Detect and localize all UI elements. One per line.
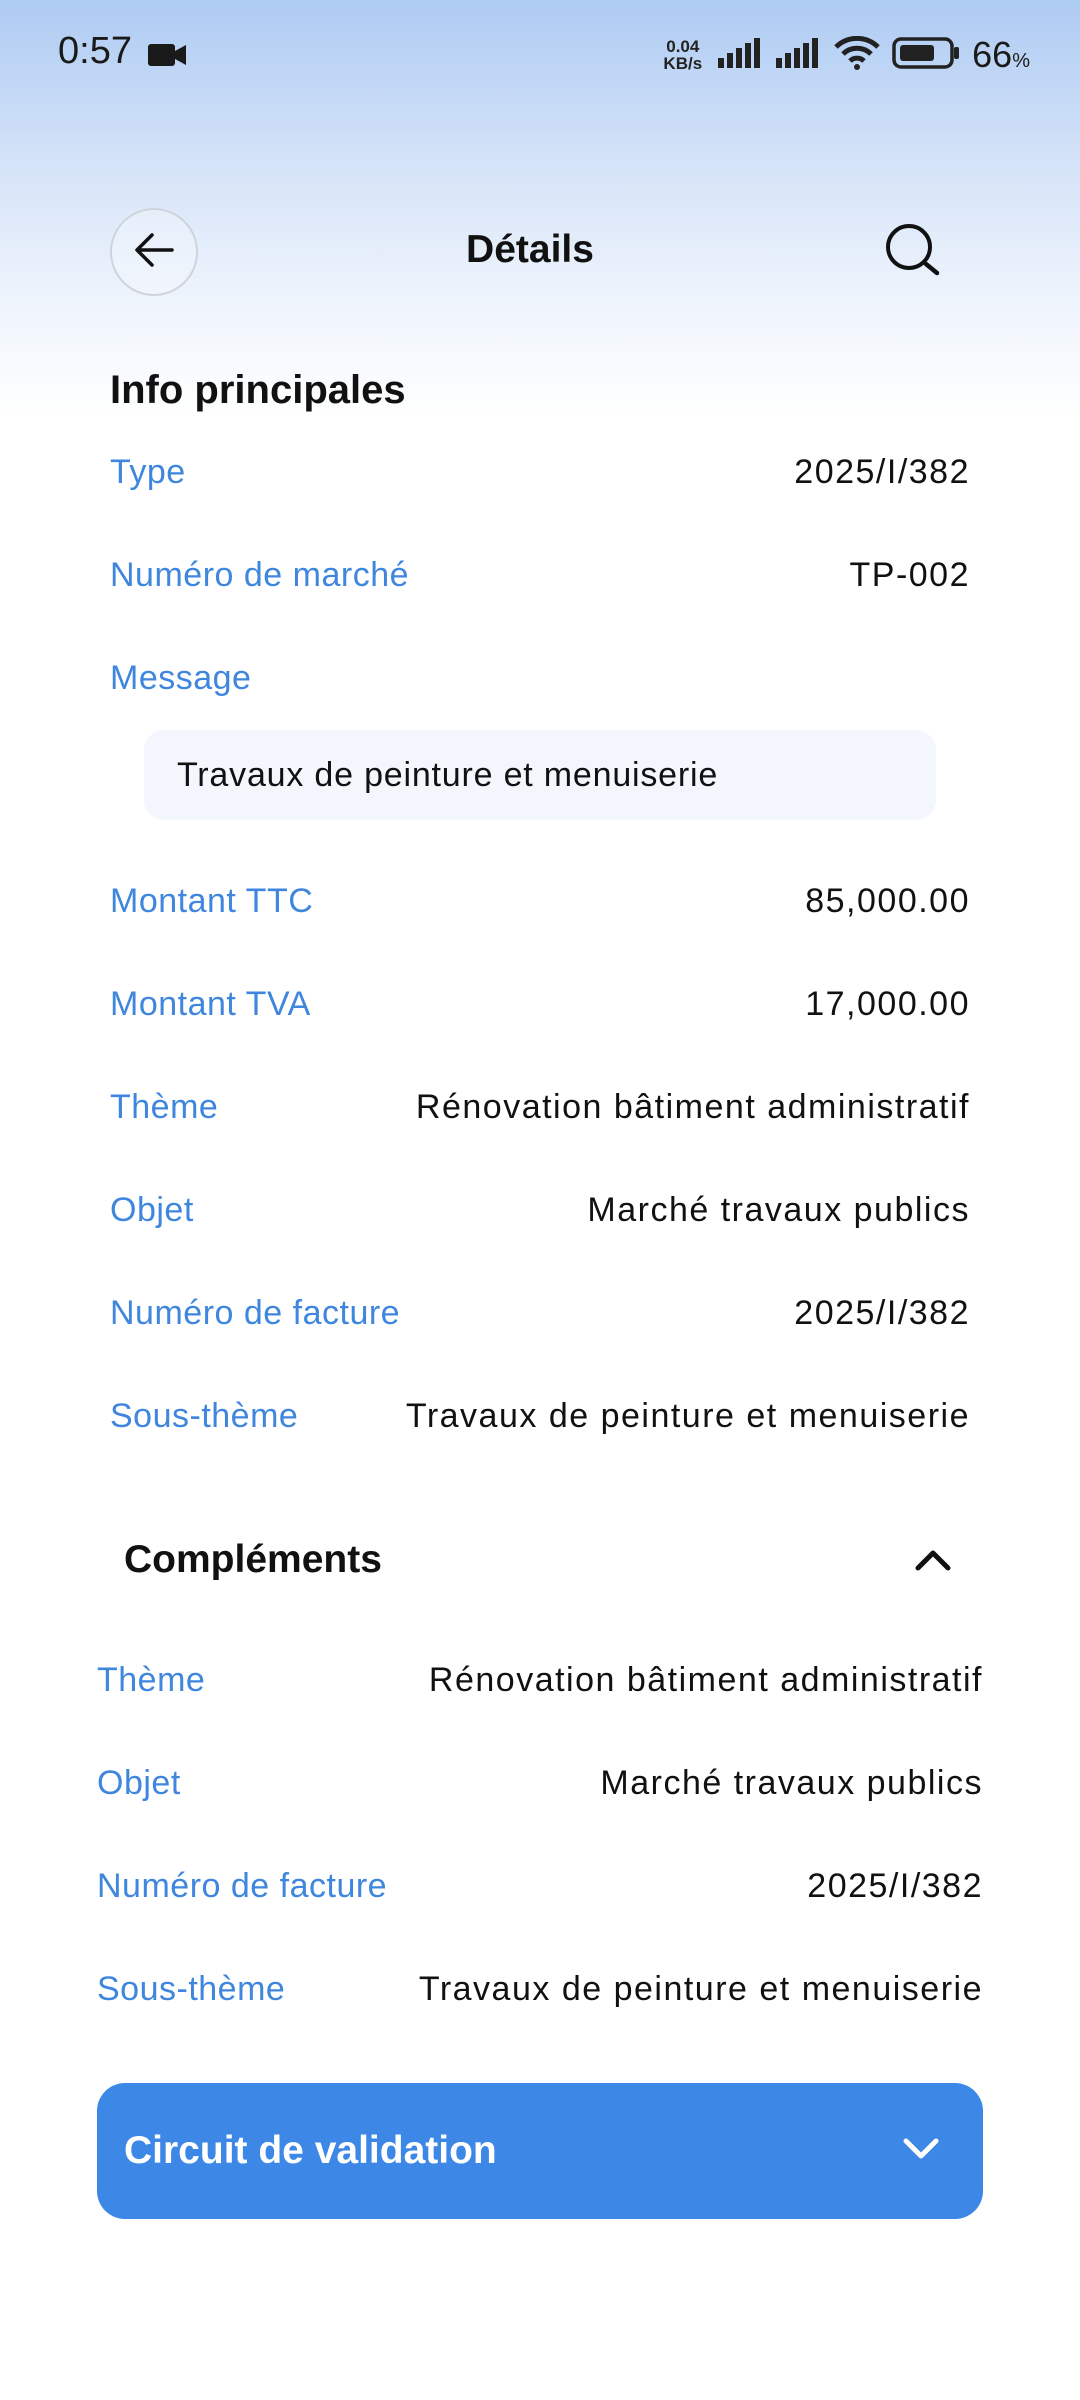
- row-label: Thème: [110, 1087, 219, 1126]
- row-label: Type: [110, 452, 186, 491]
- video-camera-icon: [148, 42, 188, 73]
- detail-row-sous-theme: Sous-thème Travaux de peinture et menuis…: [110, 1386, 970, 1446]
- row-label: Numéro de facture: [110, 1293, 401, 1332]
- status-icons: 0.04 KB/s 66%: [663, 34, 1030, 76]
- row-value: 2025/I/382: [807, 1866, 983, 1905]
- row-value: 17,000.00: [805, 984, 970, 1023]
- complement-row-theme: Thème Rénovation bâtiment administratif: [97, 1650, 983, 1710]
- detail-row-type: Type 2025/I/382: [110, 442, 970, 502]
- detail-row-theme: Thème Rénovation bâtiment administratif: [110, 1077, 970, 1137]
- network-speed-unit: KB/s: [663, 54, 703, 73]
- row-label: Montant TTC: [110, 881, 314, 920]
- row-value: Marché travaux publics: [600, 1763, 983, 1802]
- signal-icon: [718, 37, 764, 73]
- status-bar: 0:57 0.04 KB/s 66%: [0, 0, 1080, 110]
- row-label: Numéro de marché: [110, 555, 410, 594]
- chevron-up-icon[interactable]: [908, 1535, 958, 1585]
- detail-row-montant-ttc: Montant TTC 85,000.00: [110, 871, 970, 931]
- row-label: Message: [110, 658, 252, 697]
- row-label: Sous-thème: [110, 1396, 299, 1435]
- complement-row-sous-theme: Sous-thème Travaux de peinture et menuis…: [97, 1959, 983, 2019]
- battery-percent-sign: %: [1012, 50, 1030, 72]
- status-time: 0:57: [58, 30, 132, 72]
- network-speed: 0.04 KB/s: [663, 38, 702, 72]
- row-label: Montant TVA: [110, 984, 311, 1023]
- signal-icon: [776, 37, 822, 73]
- detail-row-numero-marche: Numéro de marché TP-002: [110, 545, 970, 605]
- complements-header[interactable]: Compléments: [110, 1520, 970, 1600]
- row-label: Numéro de facture: [97, 1866, 388, 1905]
- search-icon: [884, 222, 942, 285]
- battery-percent: 66%: [972, 34, 1030, 76]
- row-value: Marché travaux publics: [587, 1190, 970, 1229]
- complement-row-numero-facture: Numéro de facture 2025/I/382: [97, 1856, 983, 1916]
- row-value: 85,000.00: [805, 881, 970, 920]
- circuit-validation-button[interactable]: Circuit de validation: [97, 2083, 983, 2219]
- search-button[interactable]: [880, 220, 946, 286]
- row-label: Objet: [97, 1763, 181, 1802]
- wifi-icon: [834, 35, 880, 75]
- row-value: Travaux de peinture et menuiserie: [405, 1396, 970, 1435]
- row-value: 2025/I/382: [794, 452, 970, 491]
- row-label: Sous-thème: [97, 1969, 286, 2008]
- row-label: Objet: [110, 1190, 194, 1229]
- row-value: Travaux de peinture et menuiserie: [418, 1969, 983, 2008]
- row-value: Rénovation bâtiment administratif: [428, 1660, 983, 1699]
- complements-title: Compléments: [124, 1538, 382, 1581]
- row-value: Rénovation bâtiment administratif: [415, 1087, 970, 1126]
- battery-percent-value: 66: [972, 34, 1013, 75]
- network-speed-value: 0.04: [666, 37, 700, 56]
- complement-row-objet: Objet Marché travaux publics: [97, 1753, 983, 1813]
- message-box: Travaux de peinture et menuiserie: [144, 730, 936, 820]
- row-value: TP-002: [849, 555, 970, 594]
- detail-row-message: Message: [110, 648, 970, 708]
- section-title-info: Info principales: [110, 368, 406, 412]
- chevron-down-icon: [901, 2136, 941, 2167]
- detail-row-objet: Objet Marché travaux publics: [110, 1180, 970, 1240]
- circuit-validation-label: Circuit de validation: [124, 2129, 497, 2172]
- detail-row-numero-facture: Numéro de facture 2025/I/382: [110, 1283, 970, 1343]
- row-label: Thème: [97, 1660, 206, 1699]
- battery-icon: [892, 36, 960, 75]
- row-value: 2025/I/382: [794, 1293, 970, 1332]
- detail-row-montant-tva: Montant TVA 17,000.00: [110, 974, 970, 1034]
